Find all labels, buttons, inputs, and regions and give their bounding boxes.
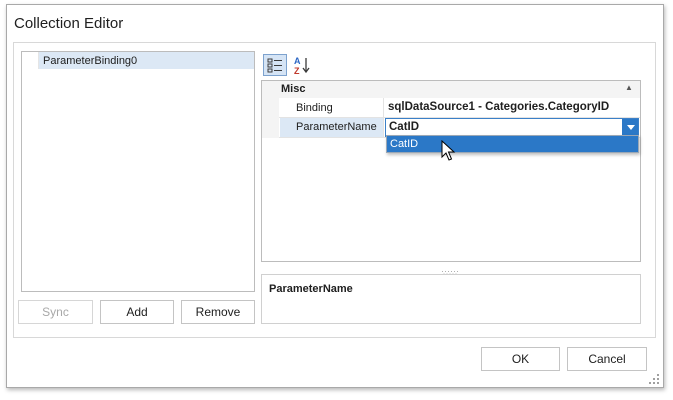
dropdown-option-label: CatID <box>390 138 419 150</box>
grid-gutter <box>262 98 279 138</box>
collection-list[interactable] <box>21 51 255 292</box>
svg-text:A: A <box>294 56 301 66</box>
alphabetical-sort-button[interactable]: A Z <box>291 54 315 76</box>
chevron-down-icon <box>627 125 635 130</box>
add-button[interactable]: Add <box>100 300 174 324</box>
combobox-value[interactable]: CatID <box>389 121 419 133</box>
mouse-cursor-icon <box>441 139 457 162</box>
column-divider <box>383 98 384 138</box>
cancel-button[interactable]: Cancel <box>567 347 647 371</box>
ok-button[interactable]: OK <box>481 347 560 371</box>
splitter-grip-icon[interactable] <box>441 265 461 275</box>
collapse-icon[interactable]: ▲ <box>625 83 633 92</box>
property-value-binding[interactable]: sqlDataSource1 - Categories.CategoryID <box>388 101 609 113</box>
sort-az-icon: A Z <box>294 56 310 76</box>
dropdown-option[interactable] <box>387 136 638 152</box>
list-item-label: ParameterBinding0 <box>43 55 138 67</box>
svg-text:Z: Z <box>294 66 300 76</box>
category-row-misc[interactable] <box>262 81 640 98</box>
categorized-view-button[interactable] <box>263 54 287 76</box>
category-label: Misc <box>281 83 306 95</box>
description-title: ParameterName <box>269 283 353 295</box>
categorized-icon <box>267 58 282 73</box>
sync-button[interactable]: Sync <box>18 300 93 324</box>
window-title: Collection Editor <box>14 15 124 32</box>
remove-button[interactable]: Remove <box>181 300 255 324</box>
property-name-parametername[interactable]: ParameterName <box>296 121 377 133</box>
property-name-binding[interactable]: Binding <box>296 102 333 114</box>
description-panel <box>261 274 641 324</box>
list-item-gutter <box>22 52 39 69</box>
resize-grip-icon[interactable] <box>648 373 660 385</box>
